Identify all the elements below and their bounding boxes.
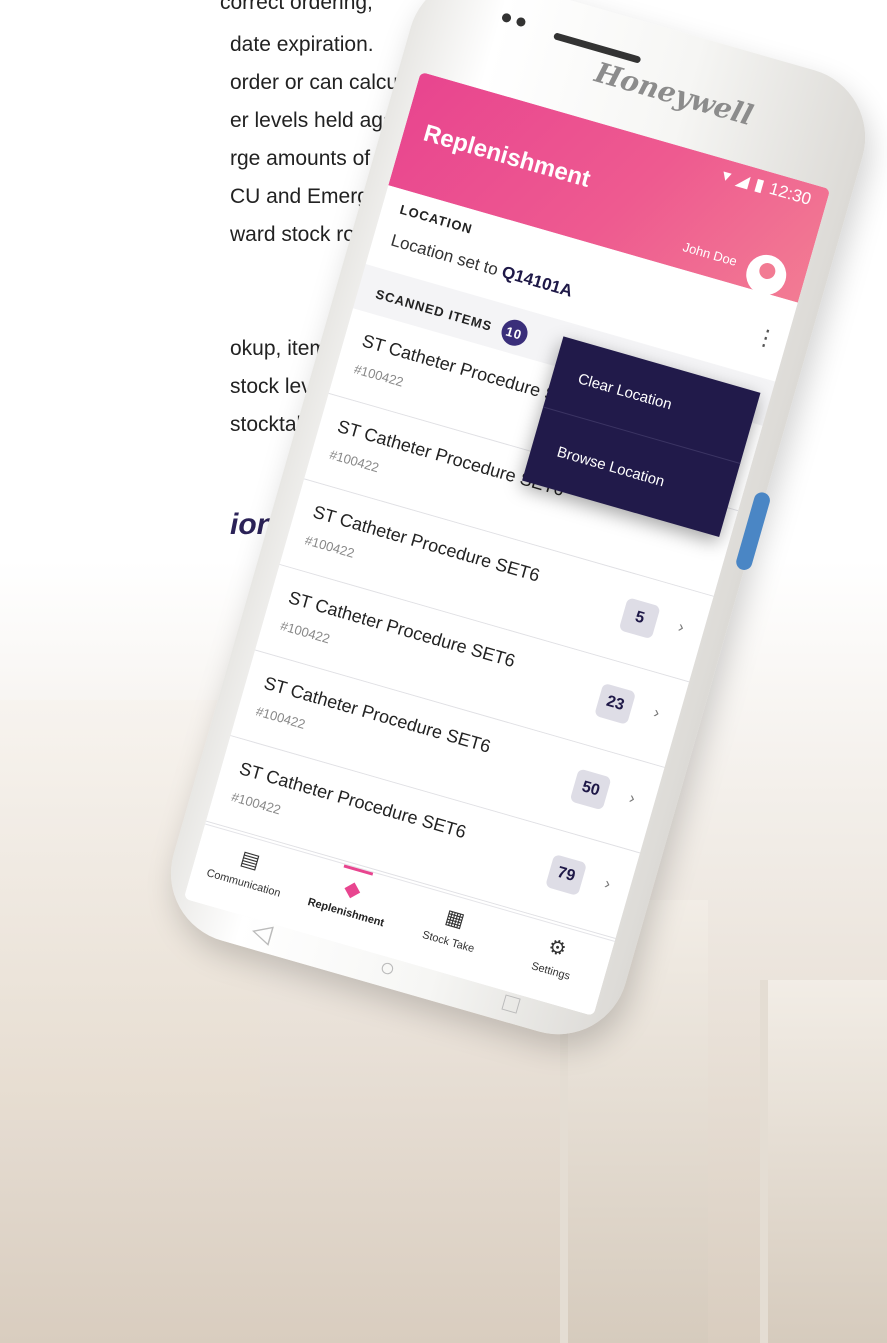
tab-label: Communication [205,867,282,900]
clock: 12:30 [767,178,814,209]
location-label: LOCATION [398,201,475,237]
item-sku: #100422 [229,789,283,818]
text-line: okup, item [230,337,327,360]
chevron-right-icon[interactable]: › [676,619,686,638]
wifi-icon: ▾ [720,165,734,186]
signal-icon: ◢ [734,169,752,192]
chevron-right-icon[interactable]: › [651,704,662,723]
item-name: ST Catheter Procedure S [359,330,560,406]
more-options-icon[interactable]: ⋮ [752,323,780,354]
quantity-badge: 23 [594,682,637,725]
gear-icon: ⚙ [545,935,569,962]
scanned-count-badge: 10 [498,316,531,349]
box-icon: ◆ [342,876,363,903]
quantity-badge: 50 [569,768,612,811]
item-sku: #100422 [327,446,381,476]
chevron-right-icon[interactable]: › [627,790,637,809]
chevron-right-icon[interactable]: › [602,875,613,894]
boxes-icon: ▦ [442,905,467,933]
item-sku: #100422 [278,617,332,647]
location-code: Q14101A [499,262,575,301]
item-sku: #100422 [254,703,308,732]
item-sku: #100422 [303,532,357,561]
tab-label: Settings [529,960,572,983]
item-sku: #100422 [352,361,406,390]
recents-icon[interactable]: □ [500,986,523,1020]
back-icon[interactable]: ◁ [248,914,276,949]
home-icon[interactable]: ○ [376,950,399,984]
quantity-badge: 5 [618,597,661,640]
text-line: correct ordering, [220,0,373,14]
user-name: John Doe [681,239,739,269]
text-line: date expiration. [230,33,374,56]
tab-label: Replenishment [306,896,386,930]
battery-icon: ▮ [752,174,767,196]
page-title: Replenishment [420,119,594,193]
text-line: rge amounts of [230,147,371,170]
quantity-badge: 79 [545,853,588,896]
server-icon: ▤ [238,847,263,874]
tab-label: Stock Take [420,928,476,956]
background-shelf [760,980,887,1343]
